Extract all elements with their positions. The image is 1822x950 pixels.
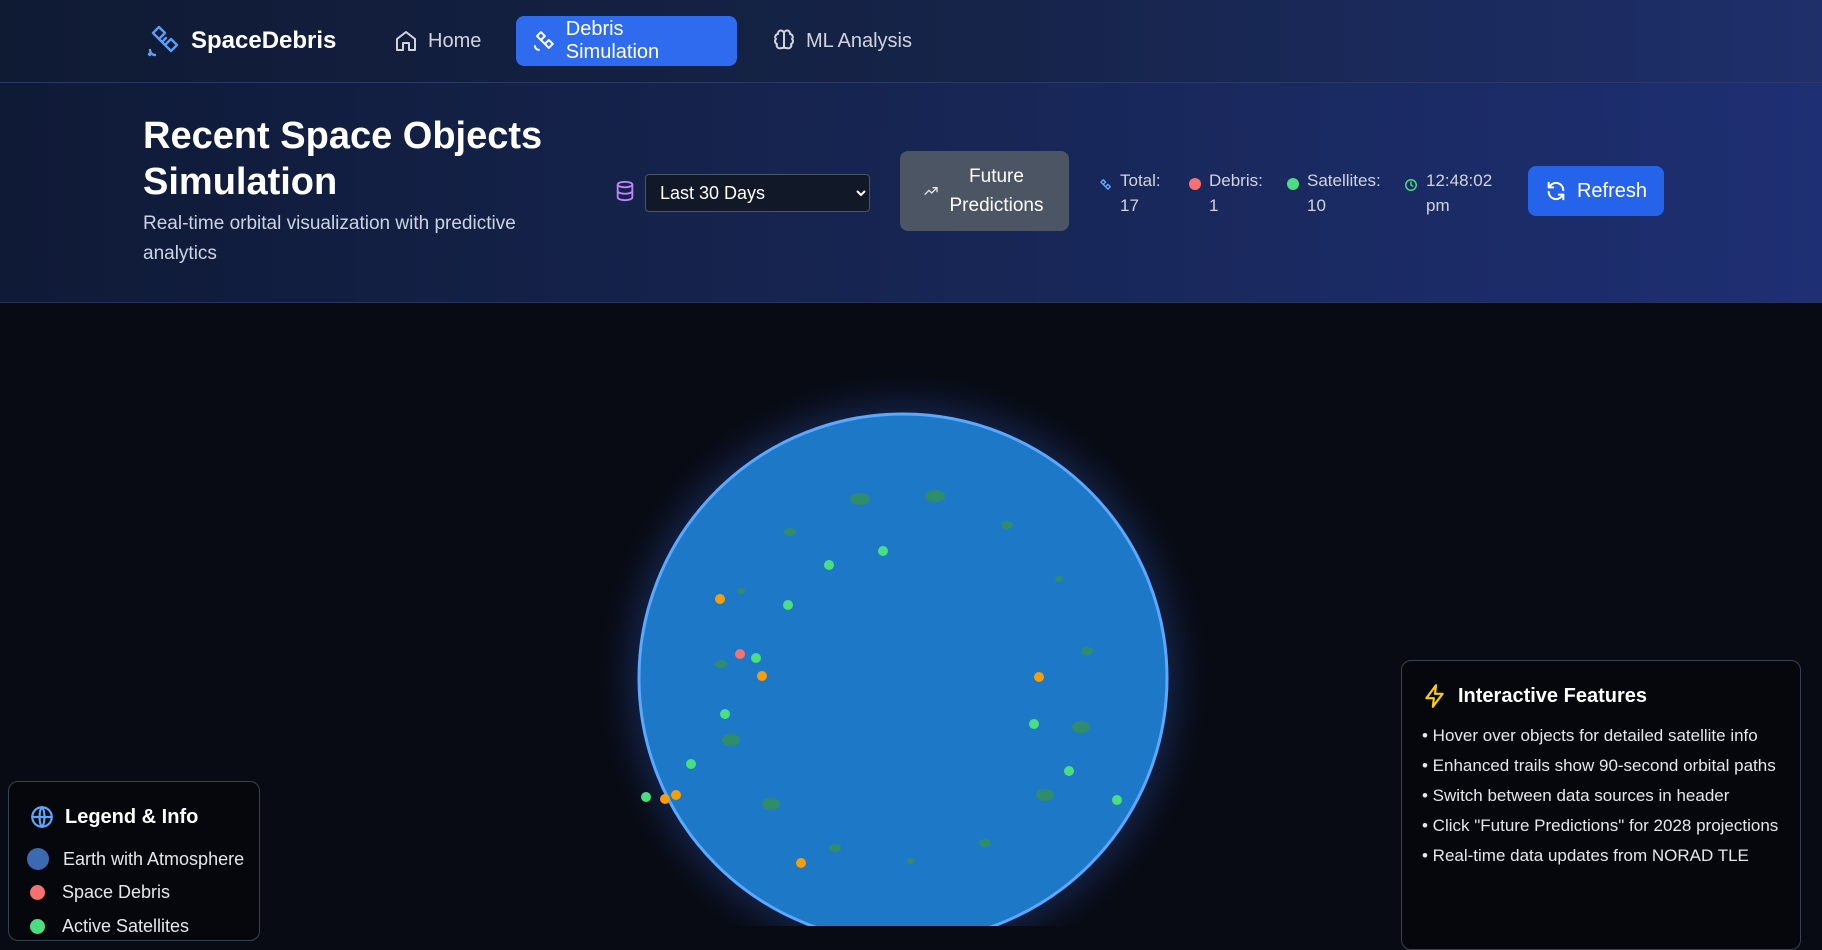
home-icon [396,31,416,51]
feature-item: • Hover over objects for detailed satell… [1422,726,1758,745]
nav-ml-analysis[interactable]: ML Analysis [756,16,928,66]
land-patch [979,839,991,847]
globe-icon [31,805,53,829]
land-patch [850,493,870,505]
legend-header: Legend & Info [29,804,198,830]
feature-item: • Real-time data updates from NORAD TLE [1422,846,1749,865]
feature-item: • Click "Future Predictions" for 2028 pr… [1422,816,1779,835]
stat-debris-value: 1 [1209,196,1219,215]
page-subtitle: Real-time orbital visualization with pre… [143,213,516,264]
legend-title: Legend & Info [65,805,199,828]
trending-up-icon [923,187,938,195]
satellite-marker[interactable] [686,759,696,769]
satellite-marker[interactable] [1064,766,1074,776]
future-predictions-label: Future Predictions [949,166,1044,216]
object-marker[interactable] [660,794,670,804]
brand[interactable]: SpaceDebris [145,22,336,60]
land-patch [715,660,727,668]
object-marker[interactable] [796,858,806,868]
stat-debris-label: Debris: [1209,171,1263,190]
stat-time: 12:48:02 pm [1404,168,1506,218]
features-list: • Hover over objects for detailed satell… [1422,723,1782,873]
object-marker[interactable] [757,671,767,681]
satellite-marker[interactable] [878,546,888,556]
stat-total: Total: 17 [1098,168,1161,218]
legend-satellites-label: Active Satellites [62,916,190,936]
stat-total-label: Total: [1120,171,1161,190]
stat-satellites: Satellites: 10 [1287,168,1381,218]
land-patch [1001,521,1013,529]
land-patch [762,798,780,810]
future-predictions-button[interactable]: Future Predictions [900,151,1069,231]
stat-satellites-value: 10 [1307,196,1326,215]
feature-item: • Switch between data sources in header [1422,786,1730,805]
satellite-marker[interactable] [751,653,761,663]
stat-total-value: 17 [1120,196,1139,215]
nav-ml-label: ML Analysis [806,29,912,52]
land-patch [925,490,945,502]
refresh-button[interactable]: Refresh [1528,166,1664,216]
brand-name: SpaceDebris [191,27,337,54]
legend-item-satellites: Active Satellites [27,916,189,937]
page: SpaceDebris Home Debris Simulation ML An… [0,0,1822,950]
land-patch [1081,647,1093,655]
features-panel: Interactive Features • Hover over object… [1401,660,1801,950]
page-title: Recent Space Objects Simulation [143,115,543,203]
debris-dot-icon [1189,178,1201,190]
land-patch [907,858,915,864]
land-patch [1055,576,1063,582]
satellite-marker[interactable] [1029,719,1039,729]
satellite-marker[interactable] [720,709,730,719]
features-header: Interactive Features [1422,683,1647,709]
earth-swatch-icon [27,848,49,870]
last-updated-time: 12:48:02 pm [1426,171,1493,215]
legend-panel: Legend & Info Earth with Atmosphere Spac… [8,781,260,941]
earth-globe[interactable] [637,412,1169,926]
satellite-dot-icon [1287,178,1299,190]
features-title: Interactive Features [1458,684,1647,707]
satellite-icon [533,31,554,51]
debris-swatch-icon [30,885,45,900]
debris-marker[interactable] [735,649,745,659]
satellite-swatch-icon [30,919,45,934]
feature-item: • Enhanced trails show 90-second orbital… [1422,756,1776,775]
land-patch [829,844,841,852]
land-patch [1036,789,1054,801]
brain-icon [774,29,794,50]
clock-icon [1405,179,1417,191]
land-patch [1072,721,1090,733]
legend-debris-label: Space Debris [62,882,171,902]
legend-item-earth: Earth with Atmosphere [27,848,244,870]
lightning-icon [1425,684,1444,708]
satellite-small-icon [1100,179,1111,190]
land-patch [722,734,740,746]
land-patch [737,588,745,594]
stat-satellites-label: Satellites: [1307,171,1381,190]
legend-item-debris: Space Debris [27,882,170,903]
page-header: Recent Space Objects Simulation Real-tim… [0,83,1822,303]
database-icon [616,180,634,202]
object-marker[interactable] [715,594,725,604]
satellite-marker[interactable] [783,600,793,610]
data-source-select[interactable]: Last 30 Days [645,174,870,212]
nav-home[interactable]: Home [378,16,497,66]
satellite-marker[interactable] [641,792,651,802]
object-marker[interactable] [671,790,681,800]
nav-home-label: Home [428,29,482,52]
refresh-label: Refresh [1576,179,1648,202]
nav-debris-label: Debris Simulation [565,18,660,63]
satellite-logo-icon [147,25,179,57]
satellite-marker[interactable] [824,560,834,570]
legend-earth-label: Earth with Atmosphere [63,848,245,869]
land-patch [784,528,796,536]
refresh-icon [1547,181,1565,201]
nav-debris-simulation[interactable]: Debris Simulation [516,16,737,66]
object-marker[interactable] [1034,672,1044,682]
satellite-marker[interactable] [1112,795,1122,805]
top-navigation: SpaceDebris Home Debris Simulation ML An… [0,0,1822,83]
stat-debris: Debris: 1 [1189,168,1263,218]
